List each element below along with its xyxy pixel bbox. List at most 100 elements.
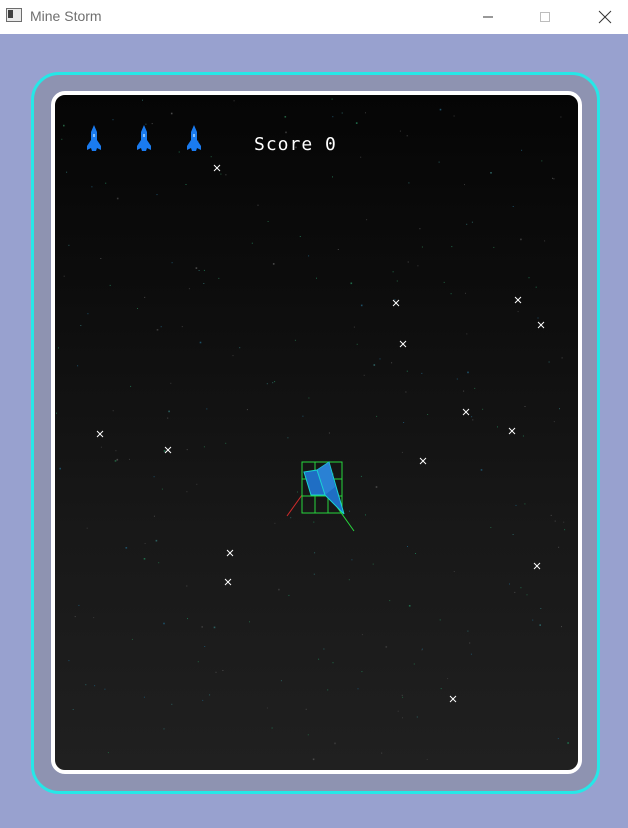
- star: [130, 385, 132, 387]
- star: [284, 116, 287, 118]
- star: [443, 281, 445, 283]
- star: [514, 591, 516, 593]
- star: [512, 206, 514, 207]
- star: [206, 408, 208, 410]
- star: [472, 419, 474, 421]
- star: [456, 378, 458, 380]
- star: [328, 432, 330, 434]
- star: [66, 171, 68, 173]
- star: [353, 326, 355, 328]
- star: [316, 277, 317, 279]
- star: [153, 515, 155, 517]
- star: [155, 539, 158, 542]
- star: [313, 573, 315, 575]
- star: [115, 450, 117, 452]
- star: [204, 646, 206, 647]
- star: [332, 116, 334, 118]
- star: [181, 326, 183, 328]
- star: [246, 409, 248, 411]
- star: [463, 390, 465, 392]
- star: [467, 371, 469, 374]
- close-icon: [598, 10, 612, 24]
- star: [144, 543, 146, 544]
- star: [299, 236, 301, 237]
- star: [490, 172, 492, 174]
- star: [426, 758, 428, 760]
- mine-marker: [533, 562, 541, 570]
- star: [550, 514, 552, 516]
- star: [56, 412, 57, 414]
- star: [524, 406, 526, 407]
- star: [198, 270, 200, 271]
- star: [490, 527, 492, 528]
- mine-marker: [514, 296, 522, 304]
- star: [197, 661, 199, 663]
- star: [125, 547, 128, 549]
- minimize-icon: [483, 16, 493, 18]
- star: [539, 624, 541, 626]
- maximize-button[interactable]: [522, 0, 568, 34]
- close-button[interactable]: [582, 0, 628, 34]
- star: [563, 521, 565, 523]
- mine-marker: [224, 578, 232, 586]
- star: [78, 604, 80, 606]
- star: [61, 138, 63, 140]
- star: [285, 131, 287, 134]
- star: [408, 182, 410, 184]
- star: [544, 240, 546, 242]
- star: [239, 347, 241, 349]
- star: [407, 546, 408, 547]
- star: [153, 476, 155, 478]
- star: [307, 734, 309, 736]
- star: [406, 370, 408, 372]
- star: [554, 520, 556, 522]
- star: [522, 435, 524, 437]
- game-viewport[interactable]: Score 0: [51, 91, 582, 774]
- star: [297, 491, 298, 493]
- star: [453, 115, 455, 117]
- star: [561, 626, 562, 628]
- star: [280, 680, 282, 682]
- star: [160, 326, 162, 328]
- ship-icon: [87, 125, 101, 151]
- star: [520, 238, 522, 241]
- star: [116, 458, 119, 461]
- mine-markers: [96, 164, 545, 703]
- star: [553, 421, 555, 423]
- star: [156, 194, 158, 196]
- star: [558, 546, 560, 548]
- star: [294, 339, 296, 341]
- star: [372, 563, 374, 565]
- thrust-line: [286, 494, 303, 517]
- star: [521, 149, 523, 151]
- star: [357, 688, 359, 690]
- star: [266, 383, 268, 385]
- star: [266, 707, 268, 709]
- star: [331, 98, 333, 100]
- star: [517, 311, 519, 313]
- star: [467, 630, 469, 632]
- star: [474, 387, 476, 389]
- mine-marker: [508, 427, 516, 435]
- player-ship-icon: [303, 461, 345, 515]
- star: [361, 634, 363, 636]
- star: [143, 696, 145, 698]
- star: [251, 242, 253, 244]
- star: [552, 177, 553, 179]
- mine-marker: [462, 408, 470, 416]
- star: [201, 626, 203, 628]
- star: [520, 587, 522, 589]
- star: [195, 267, 198, 269]
- star: [86, 527, 88, 529]
- star: [142, 99, 143, 101]
- mine-marker: [419, 457, 427, 465]
- star: [466, 223, 468, 225]
- minimize-button[interactable]: [465, 0, 511, 34]
- star: [290, 517, 292, 519]
- star: [535, 286, 537, 288]
- star: [225, 174, 227, 176]
- star: [438, 161, 440, 163]
- star: [187, 618, 188, 620]
- star: [401, 451, 403, 453]
- star: [528, 277, 530, 279]
